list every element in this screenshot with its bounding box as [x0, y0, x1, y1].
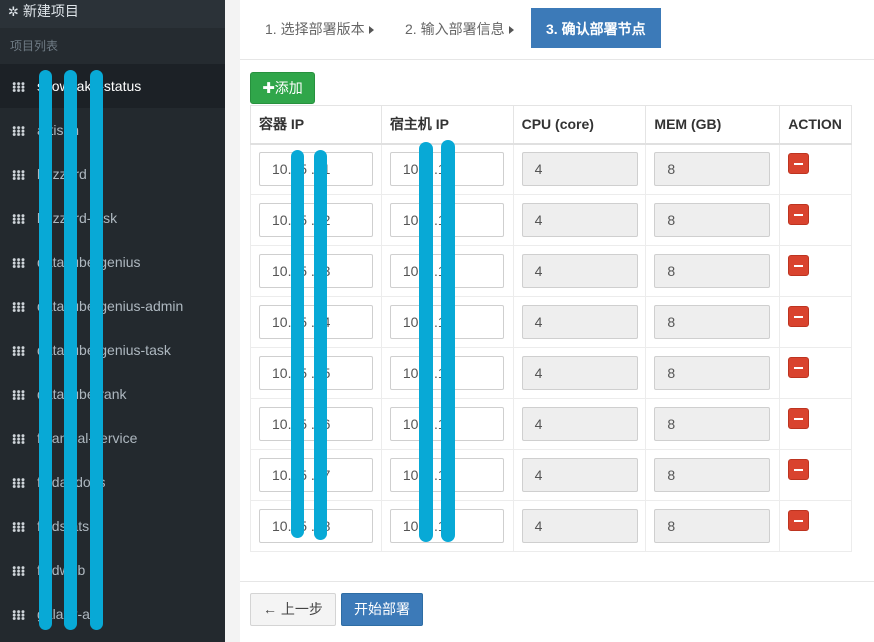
redaction-mark — [314, 150, 327, 540]
start-deploy-button[interactable]: 开始部署 — [341, 593, 423, 626]
gutter — [225, 0, 240, 642]
project-item[interactable]: datacube-genius — [0, 240, 225, 284]
project-item[interactable]: datacube-rank — [0, 372, 225, 416]
remove-row-button[interactable] — [788, 153, 810, 175]
mem-field: 8 — [654, 254, 771, 288]
grid-icon — [12, 82, 25, 93]
grid-icon — [12, 214, 25, 225]
step-label: 2. 输入部署信息 — [405, 21, 505, 37]
project-label: datacube-genius-admin — [37, 298, 184, 314]
table-row: 10. .5 .21 10. . .12 4 8 — [250, 143, 852, 195]
grid-icon — [12, 434, 25, 445]
grid-icon — [12, 522, 25, 533]
table-row: 10. .5 .28 10. . .15 4 8 — [250, 500, 852, 552]
remove-row-button[interactable] — [788, 306, 810, 327]
mem-field: 8 — [654, 509, 771, 543]
cpu-field: 4 — [521, 509, 638, 543]
step-confirm-nodes[interactable]: 3. 确认部署节点 — [531, 8, 661, 48]
cpu-field: 4 — [521, 203, 638, 237]
remove-row-button[interactable] — [788, 459, 810, 480]
grid-icon — [12, 610, 25, 621]
cpu-field: 4 — [521, 458, 638, 492]
table-row: 10. .5 .24 10. . .15 4 8 — [250, 296, 852, 348]
grid-icon — [12, 390, 25, 401]
table-header-row: 容器 IP 宿主机 IP CPU (core) MEM (GB) ACTION — [250, 105, 852, 145]
project-list: snowflake-status artisan buzzard buzzard… — [0, 64, 225, 636]
mem-field: 8 — [654, 458, 771, 492]
redaction-mark — [419, 142, 433, 542]
grid-icon — [12, 566, 25, 577]
caret-right-icon — [508, 26, 514, 35]
project-item[interactable]: datacube-genius-admin — [0, 284, 225, 328]
main-panel: 1. 选择部署版本 2. 输入部署信息 3. 确认部署节点 ✚添加 容器 IP … — [240, 0, 874, 642]
remove-row-button[interactable] — [788, 408, 810, 429]
cpu-field: 4 — [521, 254, 638, 288]
remove-row-button[interactable] — [788, 204, 810, 225]
project-list-heading: 项目列表 — [0, 28, 225, 64]
project-item[interactable]: findweb — [0, 548, 225, 592]
redaction-mark — [441, 140, 455, 542]
project-item[interactable]: artisan — [0, 108, 225, 152]
remove-row-button[interactable] — [788, 510, 810, 531]
project-label: datacube-genius-task — [37, 342, 171, 358]
cpu-field: 4 — [521, 407, 638, 441]
mem-field: 8 — [654, 152, 771, 187]
grid-icon — [12, 346, 25, 357]
mem-field: 8 — [654, 356, 771, 390]
remove-row-button[interactable] — [788, 255, 810, 276]
grid-icon — [12, 170, 25, 181]
sidebar: ✲新建项目 项目列表 snowflake-status artisan buzz… — [0, 0, 225, 642]
table-row: 10. .5 .27 10. . .14 4 8 — [250, 449, 852, 501]
project-item[interactable]: buzzard — [0, 152, 225, 196]
new-project-label: 新建项目 — [22, 3, 79, 19]
redaction-mark — [90, 70, 103, 630]
mem-field: 8 — [654, 203, 771, 237]
project-item[interactable]: financial-service — [0, 416, 225, 460]
new-project-button[interactable]: ✲ 新建项目 — [0, 0, 225, 28]
col-cpu: CPU (core) — [512, 105, 647, 145]
step-input-info[interactable]: 2. 输入部署信息 — [405, 8, 514, 48]
step-label: 3. 确认部署节点 — [546, 21, 646, 37]
project-item[interactable]: buzzard-task — [0, 196, 225, 240]
cpu-field: 4 — [521, 152, 638, 187]
add-button[interactable]: ✚添加 — [250, 72, 315, 104]
redaction-mark — [64, 70, 77, 630]
project-item[interactable]: galaxy-api — [0, 592, 225, 636]
project-label: datacube-genius — [37, 254, 141, 270]
project-item[interactable]: findaddons — [0, 460, 225, 504]
mem-field: 8 — [654, 305, 771, 339]
wizard-steps: 1. 选择部署版本 2. 输入部署信息 3. 确认部署节点 — [240, 0, 874, 60]
cpu-field: 4 — [521, 356, 638, 390]
step-label: 1. 选择部署版本 — [265, 21, 365, 37]
previous-step-button[interactable]: ← 上一步 — [250, 593, 336, 626]
gear-icon: ✲ — [8, 4, 19, 19]
remove-row-button[interactable] — [788, 357, 810, 378]
redaction-mark — [39, 70, 52, 630]
grid-icon — [12, 478, 25, 489]
cpu-field: 4 — [521, 305, 638, 339]
nodes-table: 容器 IP 宿主机 IP CPU (core) MEM (GB) ACTION … — [250, 105, 852, 552]
table-row: 10. .5 .26 10. . .13 4 8 — [250, 398, 852, 450]
grid-icon — [12, 126, 25, 137]
project-item[interactable]: snowflake-status — [0, 64, 225, 108]
divider — [240, 581, 874, 582]
caret-right-icon — [368, 26, 374, 35]
grid-icon — [12, 302, 25, 313]
project-item[interactable]: findstats — [0, 504, 225, 548]
redaction-mark — [291, 150, 304, 538]
col-action: ACTION — [779, 105, 852, 145]
add-button-label: 添加 — [274, 80, 303, 96]
col-mem: MEM (GB) — [645, 105, 781, 145]
project-item[interactable]: datacube-genius-task — [0, 328, 225, 372]
plus-icon: ✚ — [262, 80, 275, 97]
step-select-version[interactable]: 1. 选择部署版本 — [265, 8, 374, 48]
table-row: 10. .5 .23 10. . .14 4 8 — [250, 245, 852, 297]
mem-field: 8 — [654, 407, 771, 441]
table-row: 10. .5 .22 10. . .13 4 8 — [250, 194, 852, 246]
col-container-ip: 容器 IP — [250, 105, 382, 145]
project-label: financial-service — [37, 430, 138, 446]
table-row: 10. .5 .25 10. . .12 4 8 — [250, 347, 852, 399]
grid-icon — [12, 258, 25, 269]
col-host-ip: 宿主机 IP — [380, 105, 514, 145]
